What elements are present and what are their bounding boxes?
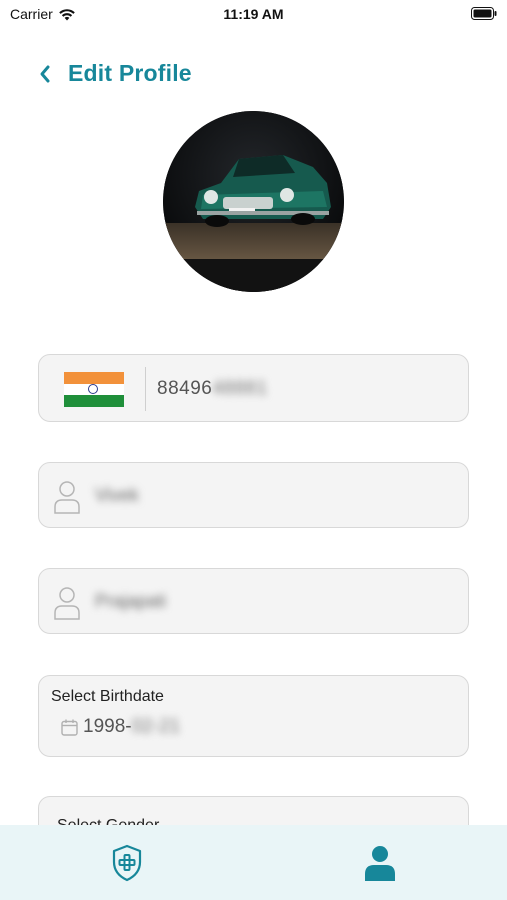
person-icon <box>54 587 80 620</box>
birthdate-value: 1998-02-21 <box>83 716 180 738</box>
page-title: Edit Profile <box>68 60 192 86</box>
phone-hidden: 48881 <box>212 378 268 399</box>
person-icon <box>54 481 80 514</box>
birthdate-visible: 1998- <box>83 716 132 737</box>
phone-field[interactable]: 8849648881 <box>38 354 469 422</box>
status-time: 11:19 AM <box>223 6 284 22</box>
status-bar: Carrier 11:19 AM <box>0 0 507 30</box>
chevron-left-icon <box>40 65 50 82</box>
header: Edit Profile <box>36 60 192 87</box>
tab-health[interactable] <box>0 825 253 900</box>
last-name-field[interactable]: Prajapati <box>38 568 469 634</box>
avatar-image <box>163 111 344 292</box>
phone-value[interactable]: 8849648881 <box>157 378 268 400</box>
shield-plus-icon <box>112 844 141 881</box>
birthdate-field[interactable]: Select Birthdate 1998-02-21 <box>38 675 469 757</box>
birthdate-hidden: 02-21 <box>131 716 181 737</box>
india-flag-icon[interactable] <box>64 372 124 407</box>
last-name-value: Prajapati <box>95 591 167 611</box>
tab-profile[interactable] <box>253 825 506 900</box>
battery-icon <box>471 7 497 20</box>
birthdate-label: Select Birthdate <box>51 688 164 705</box>
first-name-field[interactable]: Vivek <box>38 462 469 528</box>
tab-bar <box>0 825 507 900</box>
first-name-value: Vivek <box>95 485 139 505</box>
back-button[interactable] <box>36 61 54 87</box>
phone-visible: 88496 <box>157 378 213 399</box>
avatar[interactable] <box>163 111 344 292</box>
calendar-icon <box>61 719 78 736</box>
divider <box>145 367 146 411</box>
user-icon <box>364 845 395 881</box>
